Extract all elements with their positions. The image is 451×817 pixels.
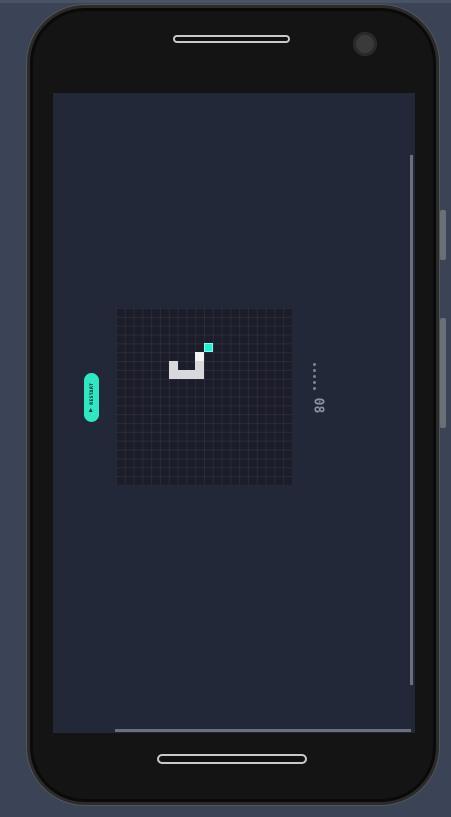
- life-dot: [313, 369, 316, 372]
- life-dot: [313, 375, 316, 378]
- snake-segment: [195, 361, 204, 370]
- window-top-edge: [0, 0, 451, 3]
- life-dot: [313, 387, 316, 390]
- snake-segment: [195, 369, 204, 379]
- food-pellet: [204, 343, 213, 353]
- score-display: 08: [310, 397, 326, 414]
- front-camera-icon: [353, 32, 377, 56]
- volume-button[interactable]: [440, 210, 446, 260]
- vertical-scrollbar[interactable]: [410, 155, 413, 685]
- horizontal-scrollbar[interactable]: [115, 729, 411, 732]
- lives-indicator: [313, 363, 316, 390]
- restart-button[interactable]: ▶ RESTART: [84, 373, 99, 422]
- snake-segment: [186, 369, 196, 379]
- snake-segment: [177, 369, 187, 379]
- life-dot: [313, 381, 316, 384]
- power-button[interactable]: [440, 318, 446, 428]
- earpiece-speaker: [173, 35, 290, 43]
- snake-segment: [168, 369, 178, 379]
- restart-label: RESTART: [89, 382, 94, 405]
- play-icon: ▶: [88, 407, 94, 413]
- game-screen: ▶ RESTART 08: [53, 93, 415, 733]
- snake-segment: [168, 361, 178, 370]
- game-board[interactable]: [116, 308, 292, 485]
- snake-head: [195, 352, 204, 362]
- life-dot: [313, 363, 316, 366]
- bottom-speaker: [157, 754, 307, 764]
